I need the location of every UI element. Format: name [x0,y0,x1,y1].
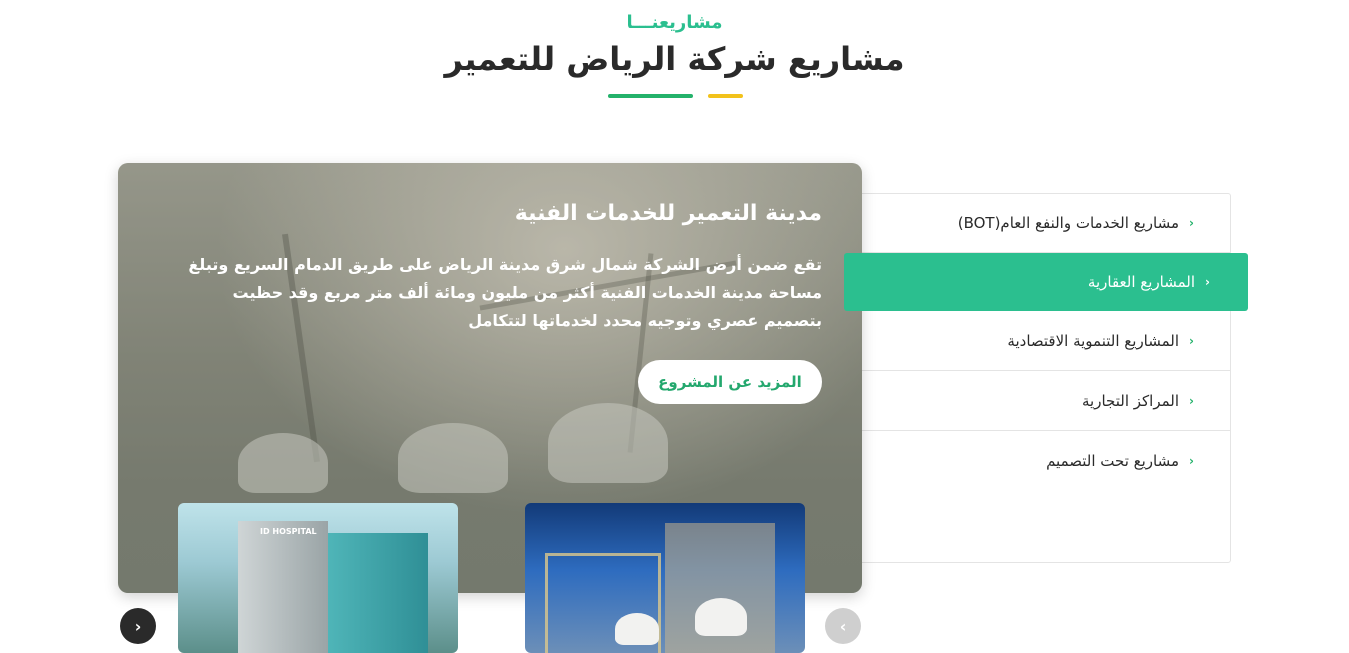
chevron-left-icon: ‹ [839,616,847,636]
sidebar-item-label: المشاريع التنموية الاقتصادية [1007,332,1180,350]
chevron-left-icon: ‹ [1189,216,1194,230]
sidebar-item-real-estate-projects[interactable]: ‹ المشاريع العقارية [844,253,1248,311]
sidebar-item-label: مشاريع تحت التصميم [1046,451,1180,470]
project-categories-menu: ‹ مشاريع الخدمات والنفع العام(BOT) ‹ الم… [844,193,1248,563]
sidebar-item-label: المراكز التجارية [1082,392,1180,410]
chevron-right-icon: › [134,616,142,636]
title-underline-green [608,94,693,98]
chevron-left-icon: ‹ [1205,275,1210,289]
sidebar-item-commercial-centers[interactable]: ‹ المراكز التجارية [846,372,1230,431]
title-underline-yellow [708,94,743,98]
hospital-sign: ID HOSPITAL [260,527,317,536]
hard-hat-image [695,598,747,636]
chevron-left-icon: ‹ [1189,453,1194,468]
more-about-project-button[interactable]: المزيد عن المشروع [638,360,822,404]
sidebar-item-label: المشاريع العقارية [1087,273,1196,291]
carousel-prev-button[interactable]: › [120,608,156,644]
chevron-left-icon: ‹ [1189,334,1194,348]
sidebar-item-bot-projects[interactable]: ‹ مشاريع الخدمات والنفع العام(BOT) [846,194,1230,253]
project-thumbnail-hospital[interactable]: ID HOSPITAL [178,503,458,653]
thumbnail-building [238,521,328,653]
section-eyebrow: مشاريعنـــا [626,12,723,33]
sidebar-item-label: مشاريع الخدمات والنفع العام(BOT) [957,214,1180,232]
hard-hat-image [615,613,659,645]
chevron-left-icon: ‹ [1189,394,1194,408]
page-title: مشاريع شركة الرياض للتعمير [444,40,905,78]
sidebar-item-projects-under-design[interactable]: ‹ مشاريع تحت التصميم [846,431,1230,490]
featured-project-description: تقع ضمن أرض الشركة شمال شرق مدينة الرياض… [188,255,822,330]
featured-project-title: مدينة التعمير للخدمات الفنية [514,201,822,226]
sidebar-item-economic-development-projects[interactable]: ‹ المشاريع التنموية الاقتصادية [846,312,1230,371]
thumbnail-building [328,533,428,653]
carousel-next-button[interactable]: ‹ [825,608,861,644]
project-thumbnail-construction-site[interactable] [525,503,805,653]
